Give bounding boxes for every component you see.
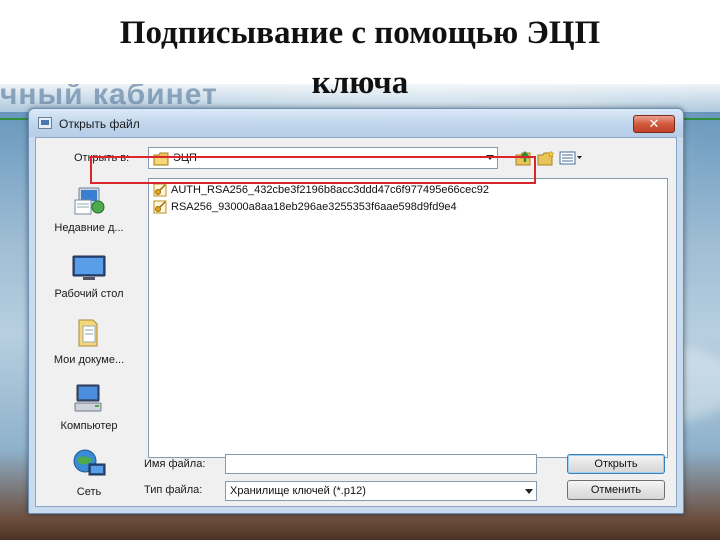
place-my-documents[interactable]: Мои докуме... <box>44 316 134 366</box>
file-type-value: Хранилище ключей (*.p12) <box>230 485 366 497</box>
file-type-label: Тип файла: <box>144 484 203 496</box>
window-icon <box>38 117 52 129</box>
slide-title: Подписывание с помощью ЭЦП ключа <box>0 8 720 108</box>
file-name: RSA256_93000a8aa18eb296ae3255353f6aae598… <box>171 201 457 213</box>
file-type-dropdown[interactable]: Хранилище ключей (*.p12) <box>225 481 537 501</box>
certificate-key-icon <box>153 200 167 214</box>
chevron-down-icon <box>525 489 533 494</box>
new-folder-icon <box>537 150 555 166</box>
dialog-titlebar[interactable]: Открыть файл ✕ <box>29 109 683 137</box>
recent-documents-icon <box>71 184 107 216</box>
place-recent-documents[interactable]: Недавние д... <box>44 184 134 234</box>
dialog-client-area: Открыть в: ЭЦП Недавние д... Рабочий сто… <box>35 137 677 507</box>
slide-title-line-2: ключа <box>311 65 409 101</box>
my-documents-icon <box>71 316 107 348</box>
file-name-label: Имя файла: <box>144 458 206 470</box>
place-label: Мои докуме... <box>53 354 125 366</box>
place-label: Сеть <box>76 486 102 498</box>
view-list-icon <box>559 151 582 165</box>
certificate-key-icon <box>153 183 167 197</box>
highlight-annotation <box>90 156 536 184</box>
file-item[interactable]: RSA256_93000a8aa18eb296ae3255353f6aae598… <box>153 199 457 215</box>
place-network[interactable]: Сеть <box>44 448 134 498</box>
view-menu-button[interactable] <box>558 148 584 168</box>
file-name: AUTH_RSA256_432cbe3f2196b8acc3ddd47c6f97… <box>171 184 490 196</box>
place-computer[interactable]: Компьютер <box>44 382 134 432</box>
place-label: Компьютер <box>60 420 118 432</box>
slide-title-line-1: Подписывание с помощью ЭЦП <box>119 15 601 51</box>
cancel-button[interactable]: Отменить <box>567 480 665 500</box>
file-item[interactable]: AUTH_RSA256_432cbe3f2196b8acc3ddd47c6f97… <box>153 182 489 198</box>
dialog-title: Открыть файл <box>59 117 140 131</box>
place-desktop[interactable]: Рабочий стол <box>44 250 134 300</box>
network-icon <box>71 448 107 480</box>
place-label: Недавние д... <box>54 222 124 234</box>
computer-icon <box>71 382 107 414</box>
file-name-input[interactable] <box>225 454 537 474</box>
new-folder-button[interactable] <box>536 148 556 168</box>
close-button[interactable]: ✕ <box>633 115 675 133</box>
place-label: Рабочий стол <box>54 288 124 300</box>
file-list[interactable]: AUTH_RSA256_432cbe3f2196b8acc3ddd47c6f97… <box>148 178 668 458</box>
desktop-icon <box>71 250 107 282</box>
open-button[interactable]: Открыть <box>567 454 665 474</box>
